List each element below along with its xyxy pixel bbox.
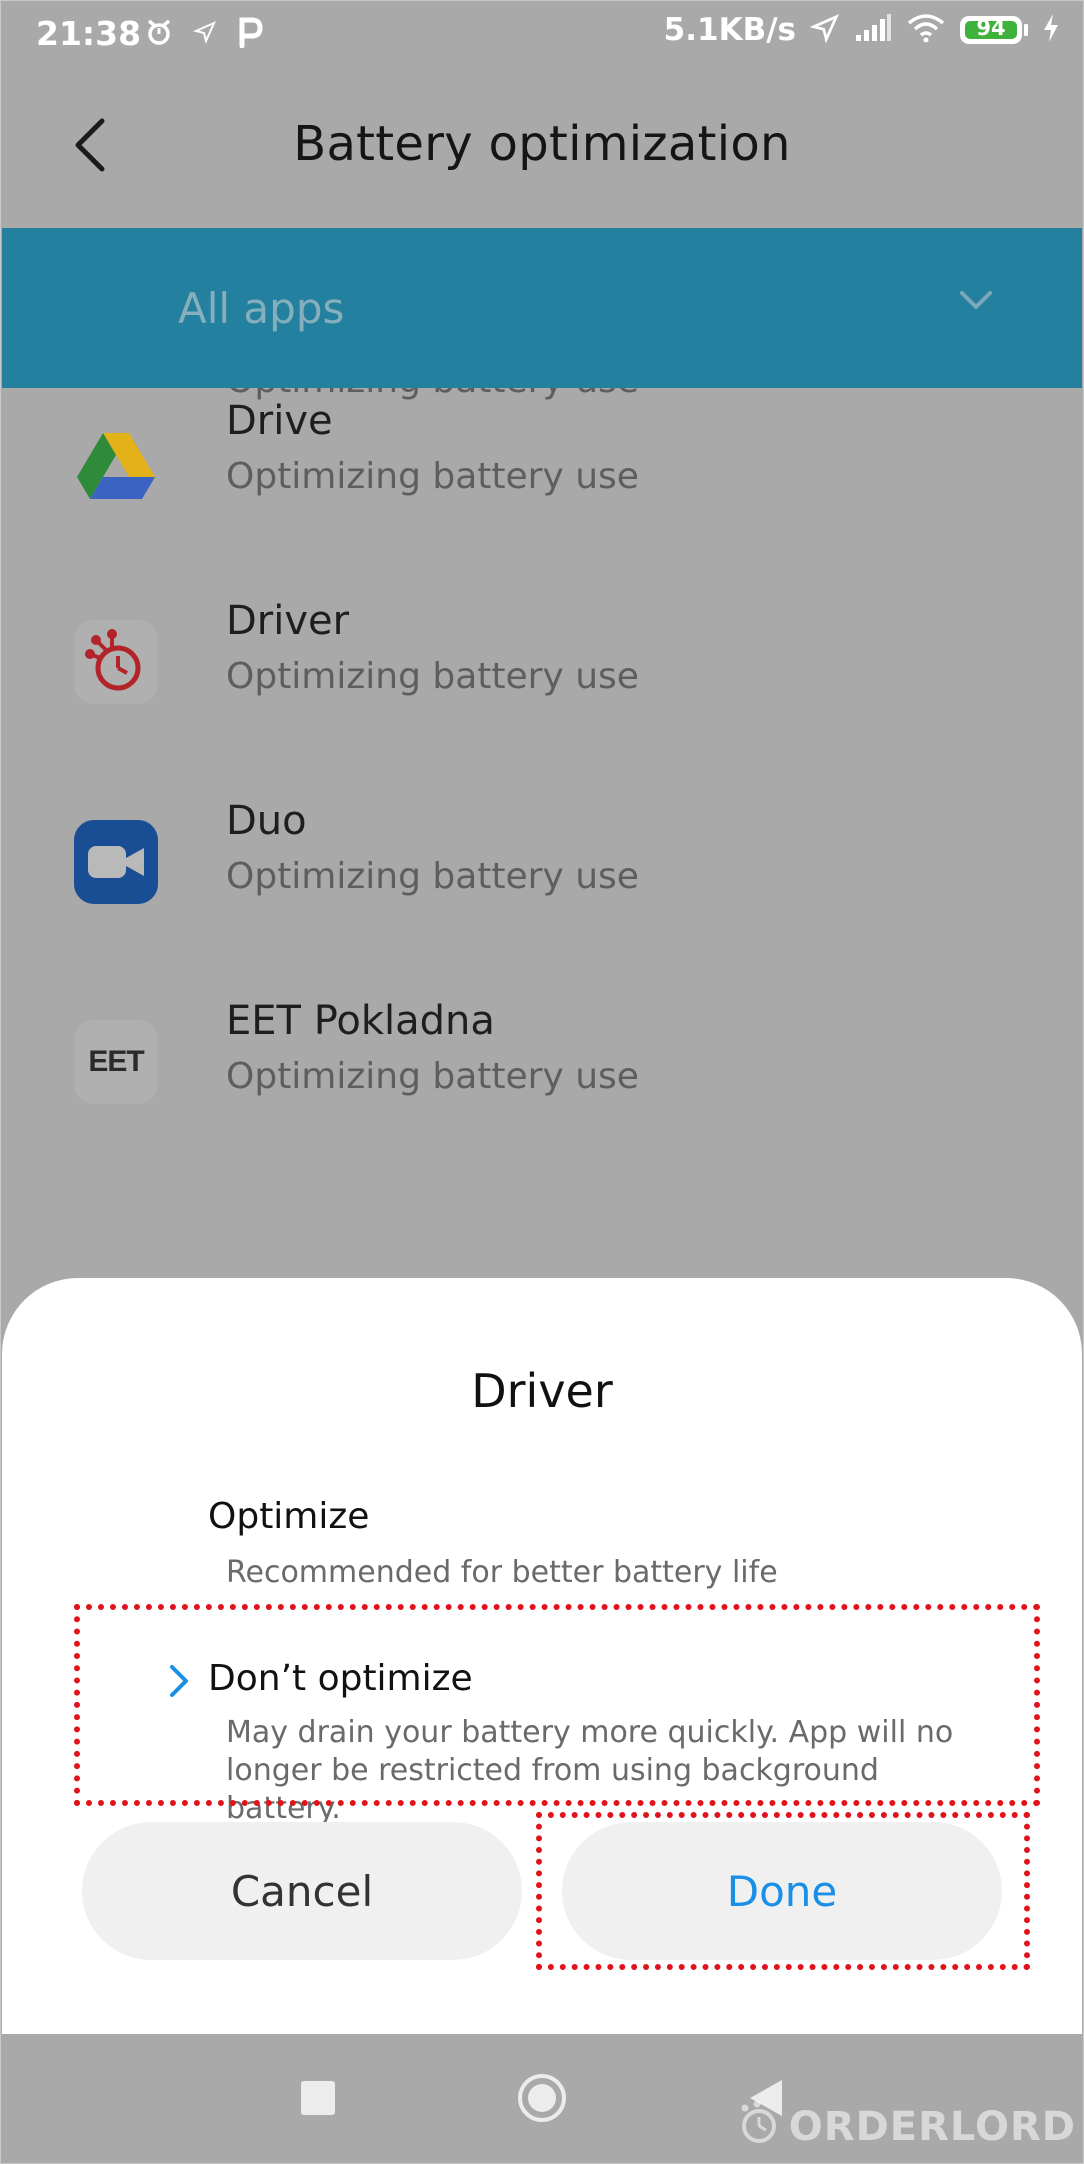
option-dont-optimize[interactable]: Don’t optimize May drain your battery mo… [80,1658,1038,1826]
watermark: ORDERLORD [737,2100,1076,2154]
selected-chevron-icon [168,1664,190,1702]
system-status-icons: 5.1KB/s 94 [664,12,1060,48]
eet-icon-text: EET [88,1045,144,1078]
option-description: May drain your battery more quickly. App… [226,1715,954,1826]
google-drive-icon [74,424,158,508]
alarm-icon [145,17,173,51]
signal-icon [854,13,892,47]
status-time: 21:38 [36,14,142,53]
app-name: Driver [226,598,350,644]
recents-square-icon[interactable] [288,2068,348,2128]
option-title: Optimize [208,1496,370,1537]
p-app-icon [237,16,263,52]
wifi-icon [906,13,946,47]
option-description: Recommended for better battery life [226,1555,778,1590]
app-status: Optimizing battery use [226,656,639,697]
app-filter-dropdown[interactable]: All apps [2,228,1082,388]
chevron-down-icon [958,288,994,316]
watermark-text: ORDERLORD [788,2104,1076,2150]
eet-pokladna-icon: EET [74,1020,158,1104]
option-title: Don’t optimize [208,1658,473,1699]
app-row-duo[interactable]: Duo Optimizing battery use [0,780,1084,980]
cancel-button[interactable]: Cancel [82,1822,522,1960]
page-title: Battery optimization [293,116,791,172]
app-name: Drive [226,398,333,444]
optimization-dialog: Driver Optimize Recommended for better b… [2,1278,1082,2034]
watermark-logo-icon [737,2100,781,2154]
app-list: Optimizing battery use Drive Optimizing … [0,388,1084,1278]
header: Battery optimization [0,72,1084,228]
app-status: Optimizing battery use [226,856,639,897]
filter-label: All apps [178,284,345,333]
navigation-bar: ORDERLORD [2,2034,1082,2162]
status-bar: 21:38 5.1KB/s 94 [0,0,1084,72]
battery-tip [1024,24,1028,36]
google-duo-icon [74,820,158,904]
battery-level: 94 [976,16,1006,40]
app-status: Optimizing battery use [226,456,639,497]
app-row-eet-pokladna[interactable]: EET EET Pokladna Optimizing battery use [0,980,1084,1180]
app-name: Duo [226,798,307,844]
location-icon [809,13,840,47]
app-name: EET Pokladna [226,998,495,1044]
done-button[interactable]: Done [562,1822,1002,1960]
app-row-driver[interactable]: Driver Optimizing battery use [0,580,1084,780]
net-speed: 5.1KB/s [663,12,796,48]
battery-icon: 94 [960,16,1022,44]
location-arrow-icon [192,20,217,48]
dialog-title: Driver [471,1364,613,1418]
driver-app-icon [74,620,158,704]
notification-icons [145,16,263,52]
app-row-drive[interactable]: Drive Optimizing battery use [0,388,1084,580]
app-status: Optimizing battery use [226,1056,639,1097]
charging-icon [1042,13,1060,47]
option-optimize[interactable]: Optimize Recommended for better battery … [80,1496,1038,1606]
home-circle-icon[interactable] [512,2068,572,2128]
